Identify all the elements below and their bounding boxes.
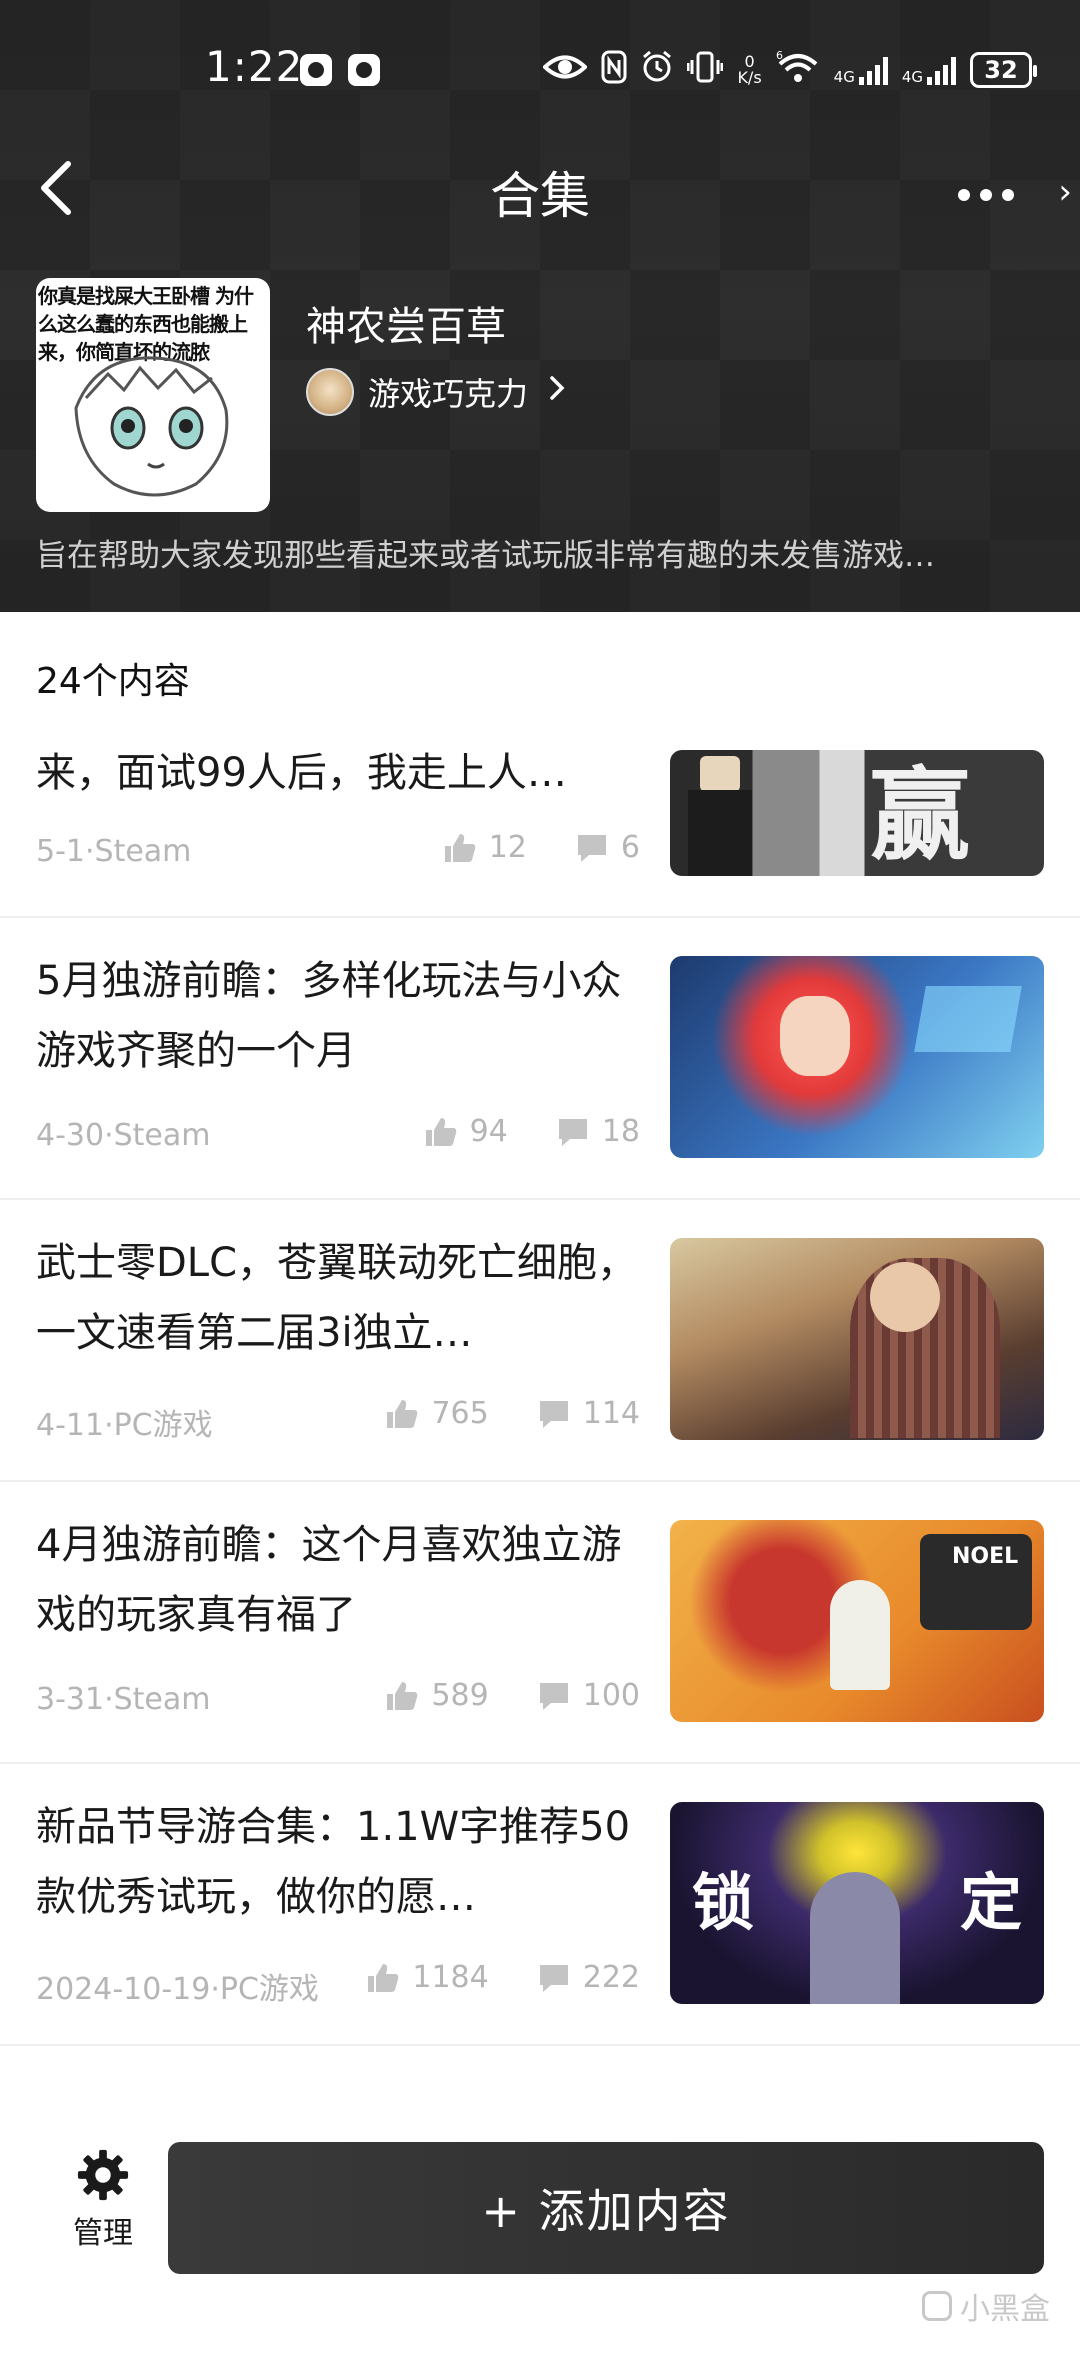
alarm-icon [641, 50, 673, 90]
watermark: 小黑盒 [922, 2284, 1050, 2328]
item-title: 新品节导游合集：1.1W字推荐50款优秀试玩，做你的愿… [36, 1804, 631, 1920]
comment-icon [539, 1964, 568, 1992]
item-meta: 4-11·PC游戏 [36, 1408, 213, 1443]
battery-indicator: 32 [970, 52, 1037, 88]
like-count: 589 [431, 1678, 489, 1713]
sim2-signal-icon: 4G [902, 55, 956, 85]
like-icon [368, 1963, 399, 1992]
comment-icon [539, 1682, 568, 1710]
item-thumbnail [670, 956, 1044, 1158]
thumbnail-text: 锁 [692, 1866, 755, 1939]
add-content-button[interactable]: + 添加内容 [168, 2142, 1044, 2274]
more-arrow-icon: › [1058, 172, 1072, 212]
collection-description[interactable]: 旨在帮助大家发现那些看起来或者试玩版非常有趣的未发售游戏… [36, 530, 1046, 575]
item-meta: 3-31·Steam [36, 1682, 211, 1717]
item-meta: 2024-10-19·PC游戏 [36, 1972, 319, 2007]
comment-count: 6 [620, 830, 640, 865]
heybox-notification-icon [348, 54, 380, 86]
gear-icon [77, 2149, 129, 2201]
comment-icon [539, 1400, 568, 1428]
thumbnail-text: 定 [960, 1866, 1023, 1939]
net-speed: 0 K/s [737, 52, 762, 87]
vibrate-icon [686, 50, 724, 90]
chevron-right-icon [548, 374, 566, 410]
page-title: 合集 [490, 167, 590, 225]
comment-count: 222 [582, 1960, 640, 1995]
comment-count: 100 [582, 1678, 640, 1713]
item-stats: 12 6 [443, 830, 640, 865]
item-thumbnail: 赢 [670, 750, 1044, 876]
svg-text:6: 6 [776, 50, 783, 62]
comment-icon [577, 834, 606, 862]
anime-face-drawing [74, 356, 229, 497]
comment-count: 114 [582, 1396, 640, 1431]
like-icon [444, 833, 475, 862]
collection-header: 1:22 0 K/s 6 4G 4G 32 合集 › 你真是找屎大王卧槽 为什么… [0, 0, 1080, 612]
list-item[interactable]: 4月独游前瞻：这个月喜欢独立游戏的玩家真有福了 3-31·Steam 589 1… [0, 1482, 1080, 1764]
collection-cover[interactable]: 你真是找屎大王卧槽 为什么这么蠢的东西也能搬上来，你简直坏的流脓 [36, 278, 270, 512]
item-title: 5月独游前瞻：多样化玩法与小众游戏齐聚的一个月 [36, 958, 622, 1074]
manage-button[interactable]: 管理 [62, 2148, 144, 2252]
item-thumbnail: NOEL [670, 1520, 1044, 1722]
content-count: 24个内容 [36, 661, 190, 702]
nfc-icon [601, 50, 627, 90]
item-meta: 4-30·Steam [36, 1118, 211, 1153]
sim1-signal-icon: 4G [834, 55, 888, 85]
item-stats: 94 18 [424, 1114, 640, 1149]
like-count: 1184 [412, 1960, 489, 1995]
item-stats: 765 114 [385, 1396, 640, 1431]
item-title: 武士零DLC，苍翼联动死亡细胞，一文速看第二届3i独立… [36, 1240, 638, 1356]
comment-icon [558, 1118, 587, 1146]
bottom-action-bar: 管理 + 添加内容 [0, 2100, 1080, 2376]
status-time: 1:22 [205, 42, 304, 91]
list-item[interactable]: 来，面试99人后，我走上人… 5-1·Steam 12 6 赢 [0, 716, 1080, 918]
like-icon [425, 1117, 456, 1146]
more-options-button[interactable] [936, 165, 1036, 225]
status-bar: 1:22 0 K/s 6 4G 4G 32 [0, 0, 1080, 140]
manage-label: 管理 [73, 2216, 133, 2251]
item-meta: 5-1·Steam [36, 834, 192, 869]
collection-title: 神农尝百草 [306, 304, 506, 350]
author-link[interactable]: 游戏巧克力 [306, 364, 566, 420]
like-icon [387, 1681, 418, 1710]
item-title: 4月独游前瞻：这个月喜欢独立游戏的玩家真有福了 [36, 1522, 622, 1638]
comment-count: 18 [601, 1114, 640, 1149]
item-stats: 589 100 [385, 1678, 640, 1713]
item-title: 来，面试99人后，我走上人… [36, 750, 567, 796]
item-thumbnail: 锁 定 [670, 1802, 1044, 2004]
qq-notification-icon [300, 54, 332, 86]
author-name: 游戏巧克力 [368, 375, 529, 413]
like-count: 94 [469, 1114, 508, 1149]
thumbnail-text: 赢 [870, 757, 970, 874]
back-button[interactable] [26, 158, 86, 218]
heybox-logo-icon [922, 2291, 952, 2321]
list-item[interactable]: 新品节导游合集：1.1W字推荐50款优秀试玩，做你的愿… 2024-10-19·… [0, 1764, 1080, 2046]
more-dots-icon [958, 189, 970, 201]
item-stats: 1184 222 [366, 1960, 640, 1995]
thumbnail-text: NOEL [952, 1544, 1019, 1569]
status-icons: 0 K/s 6 4G 4G 32 [542, 48, 1037, 92]
eye-icon [542, 52, 589, 88]
author-avatar [306, 368, 354, 416]
watermark-text: 小黑盒 [960, 2292, 1050, 2327]
like-count: 12 [488, 830, 527, 865]
back-chevron-icon [41, 161, 71, 215]
list-item[interactable]: 5月独游前瞻：多样化玩法与小众游戏齐聚的一个月 4-30·Steam 94 18 [0, 918, 1080, 1200]
item-thumbnail [670, 1238, 1044, 1440]
add-content-label: + 添加内容 [481, 2184, 731, 2238]
wifi-icon: 6 [776, 49, 820, 90]
like-icon [387, 1399, 418, 1428]
like-count: 765 [431, 1396, 489, 1431]
list-item[interactable]: 武士零DLC，苍翼联动死亡细胞，一文速看第二届3i独立… 4-11·PC游戏 7… [0, 1200, 1080, 1482]
